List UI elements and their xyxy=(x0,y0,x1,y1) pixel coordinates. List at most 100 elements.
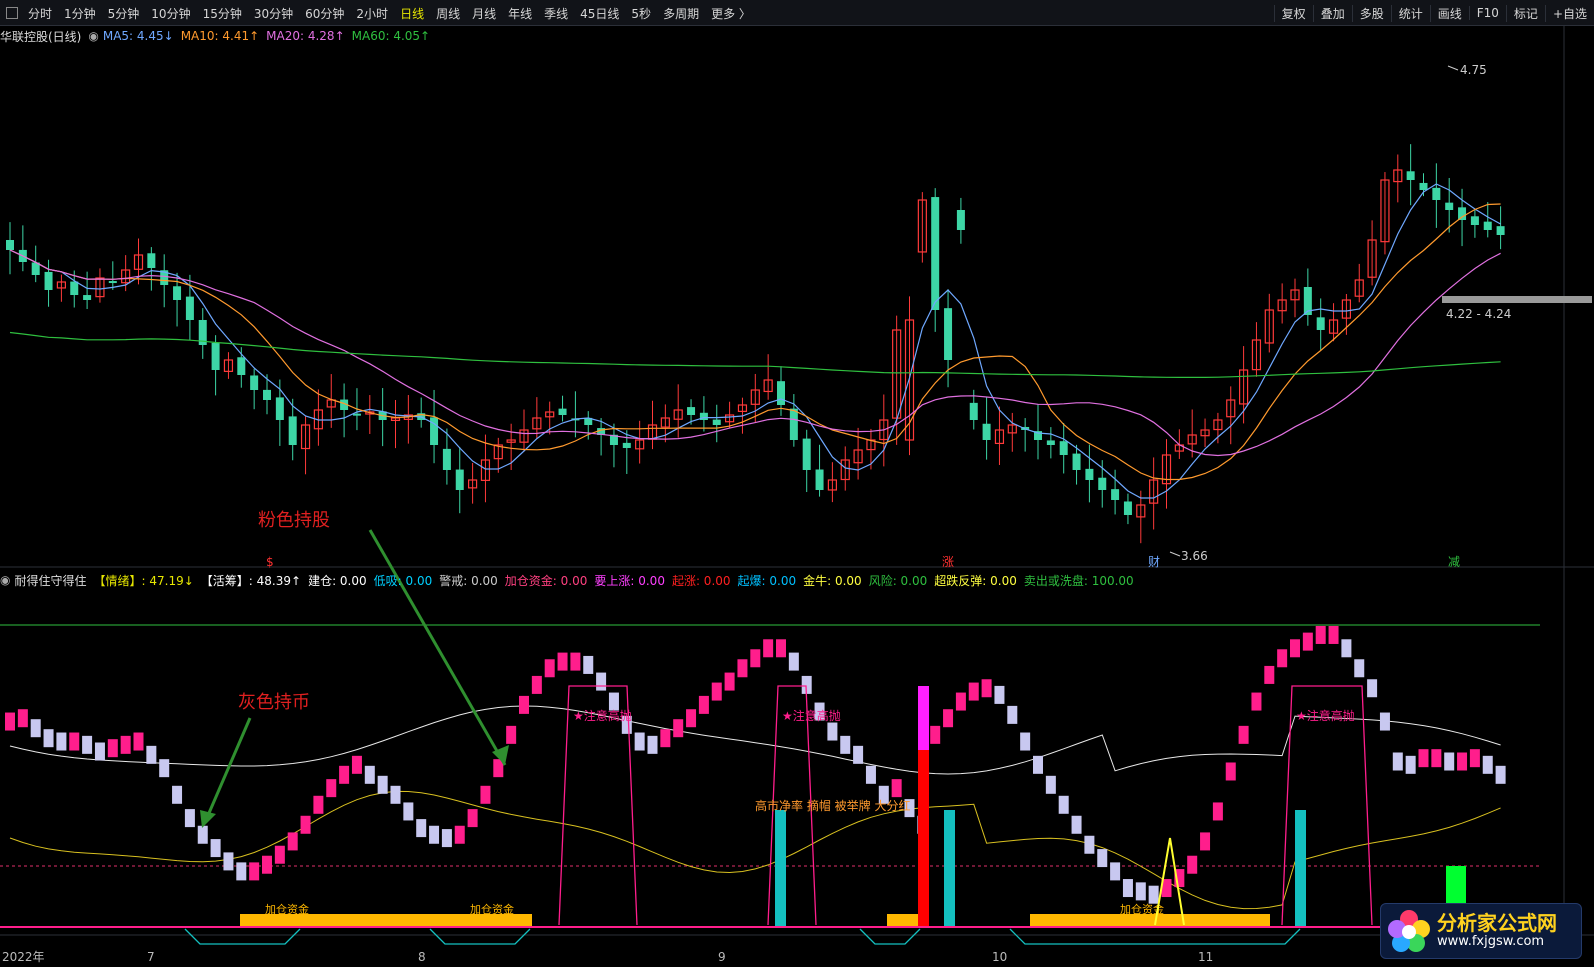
step-bar xyxy=(1431,749,1442,768)
indicator-legend-11: 超跌反弹: 0.00 xyxy=(934,573,1017,588)
step-bar xyxy=(197,825,208,844)
candle-body xyxy=(944,308,953,360)
toolbar-button-3[interactable]: 统计 xyxy=(1390,4,1430,22)
period-tab-3[interactable]: 10分钟 xyxy=(145,5,196,22)
candle-body xyxy=(558,408,567,415)
indicator-legend-6: 要上涨: 0.00 xyxy=(594,573,665,588)
annotation-arrowhead-gray xyxy=(200,810,216,828)
candle-body xyxy=(211,342,220,370)
step-bar xyxy=(1315,625,1326,644)
step-bar xyxy=(943,709,954,728)
step-bar xyxy=(1020,732,1031,751)
candle-body xyxy=(1496,226,1505,235)
step-bar xyxy=(1251,692,1262,711)
red-bar xyxy=(918,750,929,926)
candle-body xyxy=(263,389,271,400)
step-bar xyxy=(1225,762,1236,781)
candle-body xyxy=(455,469,464,490)
ma60-line xyxy=(9,331,1501,378)
step-bar xyxy=(596,672,607,691)
step-bar xyxy=(531,675,542,694)
toolbar-button-0[interactable]: 复权 xyxy=(1273,4,1313,22)
toolbar-button-1[interactable]: 叠加 xyxy=(1312,4,1352,22)
news-label: 高市净率 摘帽 被举牌 大分红 xyxy=(755,798,910,813)
period-tab-15[interactable]: 多周期 xyxy=(657,5,705,22)
x-tick-4: 10 xyxy=(992,950,1007,964)
step-bar xyxy=(287,832,298,851)
ma5-line xyxy=(9,183,1501,499)
step-bar xyxy=(891,779,902,798)
candle-body xyxy=(1483,221,1492,230)
toolbar-button-7[interactable]: +自选 xyxy=(1544,4,1594,22)
period-tab-8[interactable]: 日线 xyxy=(394,5,430,22)
candle-body xyxy=(1085,468,1094,480)
low-pointer xyxy=(1169,551,1181,557)
indicator-legend-5: 加仓资金: 0.00 xyxy=(504,573,588,588)
period-tab-9[interactable]: 周线 xyxy=(430,5,466,22)
period-tab-13[interactable]: 45日线 xyxy=(574,5,625,22)
annotation-arrow-gray xyxy=(204,717,252,821)
toolbar-button-4[interactable]: 画线 xyxy=(1429,4,1469,22)
toolbar-button-5[interactable]: F10 xyxy=(1468,6,1506,20)
cyan-bracket-2 xyxy=(859,928,921,945)
step-bar xyxy=(1187,855,1198,874)
step-bar xyxy=(133,732,144,751)
ma-legend-2: MA20: 4.28↑ xyxy=(266,29,345,43)
x-tick-1: 7 xyxy=(147,950,155,964)
candle-body xyxy=(1059,441,1068,455)
toolbar-button-6[interactable]: 标记 xyxy=(1505,4,1545,22)
period-tab-6[interactable]: 60分钟 xyxy=(299,5,350,22)
step-bar xyxy=(1200,832,1211,851)
candle-body xyxy=(442,448,451,470)
period-tab-10[interactable]: 月线 xyxy=(466,5,502,22)
cyan-bracket-0 xyxy=(184,928,301,945)
step-bar xyxy=(570,652,581,671)
step-bar xyxy=(326,779,337,798)
period-tab-1[interactable]: 1分钟 xyxy=(58,5,102,22)
candle-body xyxy=(70,281,79,295)
period-tab-4[interactable]: 15分钟 xyxy=(197,5,248,22)
panel-toggle-icon[interactable] xyxy=(6,7,18,19)
period-tab-5[interactable]: 30分钟 xyxy=(248,5,299,22)
period-tab-12[interactable]: 季线 xyxy=(538,5,574,22)
event-label-1: 涨 xyxy=(942,554,954,569)
settings-icon[interactable]: ◉ xyxy=(88,29,98,43)
step-bar xyxy=(172,785,183,804)
candle-body xyxy=(185,296,194,320)
watermark-title: 分析家公式网 xyxy=(1437,911,1557,935)
price-high-label: 4.75 xyxy=(1460,63,1487,77)
step-bar xyxy=(673,719,684,738)
period-tab-2[interactable]: 5分钟 xyxy=(102,5,146,22)
toolbar-button-2[interactable]: 多股 xyxy=(1351,4,1391,22)
period-tab-14[interactable]: 5秒 xyxy=(625,5,657,22)
ma-legend-1: MA10: 4.41↑ xyxy=(180,29,260,43)
step-bar xyxy=(30,719,41,738)
step-bar xyxy=(94,742,105,761)
step-bar xyxy=(43,729,54,748)
step-bar xyxy=(724,672,735,691)
step-bar xyxy=(1058,795,1069,814)
candle-body xyxy=(1419,182,1428,190)
step-bar xyxy=(608,692,619,711)
chart-canvas: 4.753.664.22 - 4.24$ 涨财减加仓资金 加仓资金 加仓资金★注意高抛… xyxy=(0,26,1594,964)
candle-body xyxy=(288,416,297,445)
step-bar xyxy=(1135,882,1146,901)
step-bar xyxy=(750,649,761,668)
period-tab-16[interactable]: 更多 〉 xyxy=(705,5,757,22)
step-bar xyxy=(506,725,517,744)
step-bar xyxy=(686,709,697,728)
step-bar xyxy=(390,785,401,804)
candle-body xyxy=(777,381,785,405)
indicator-collapse-icon[interactable]: ◉ xyxy=(0,573,10,587)
step-bar xyxy=(981,679,992,698)
period-tab-11[interactable]: 年线 xyxy=(502,5,538,22)
step-bar xyxy=(544,659,555,678)
candle-body xyxy=(6,240,14,250)
period-tab-7[interactable]: 2小时 xyxy=(350,5,394,22)
cyan-bracket-3 xyxy=(1009,928,1301,945)
cyan-bar-1 xyxy=(944,810,955,926)
candle-body xyxy=(173,286,182,300)
period-tab-0[interactable]: 分时 xyxy=(22,5,58,22)
step-bar xyxy=(249,862,260,881)
candle-body xyxy=(147,253,156,268)
